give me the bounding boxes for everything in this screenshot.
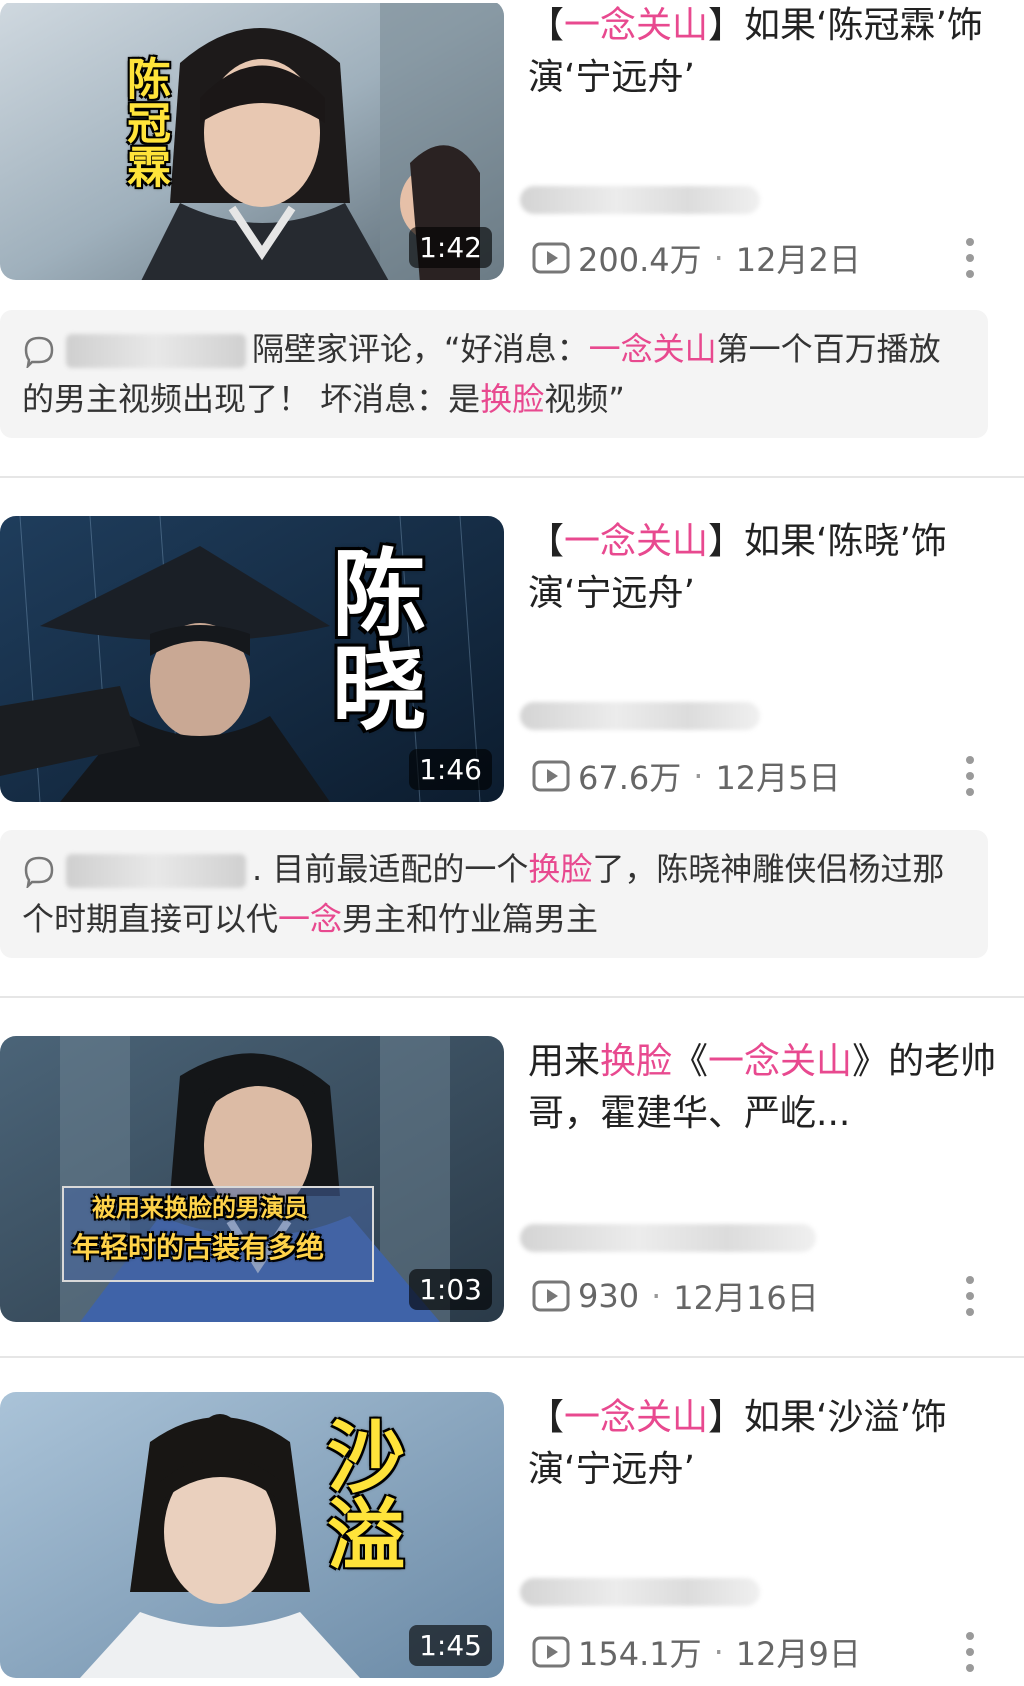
title-highlight: 一念关山: [564, 5, 709, 46]
thumbnail-caption: 被用来换脸的男演员: [92, 1194, 308, 1222]
upload-date: 12月2日: [735, 241, 861, 279]
title-highlight: 一念关山: [564, 1397, 709, 1438]
view-count: 200.4万: [578, 241, 702, 279]
video-meta: 200.4万 · 12月2日: [532, 238, 861, 279]
video-title-1[interactable]: 【一念关山】如果‘陈冠霖’饰演‘宁远舟’: [528, 0, 998, 104]
comment-highlight: 换脸: [480, 380, 545, 418]
comment-highlight: 一念: [278, 900, 343, 938]
title-highlight: 换脸: [600, 1041, 673, 1082]
comment-text: 隔壁家评论，“好消息：: [252, 330, 589, 368]
comment-highlight: 一念关山: [588, 330, 717, 368]
video-thumbnail-2[interactable]: 陈晓 1:46: [0, 516, 504, 802]
play-count-icon: [532, 1280, 570, 1312]
title-text: 【: [528, 1397, 565, 1438]
video-title-2[interactable]: 【一念关山】如果‘陈晓’饰演‘宁远舟’: [528, 516, 998, 620]
view-count: 67.6万: [578, 759, 682, 797]
video-meta: 154.1万 · 12月9日: [532, 1632, 861, 1673]
separator-dot: ·: [651, 1277, 662, 1315]
video-duration: 1:03: [409, 1269, 492, 1310]
thumbnail-caption: 陈晓: [316, 544, 425, 732]
comment-text: 男主和竹业篇男主: [342, 900, 599, 938]
video-thumbnail-3[interactable]: 被用来换脸的男演员 年轻时的古装有多绝 1:03: [0, 1036, 504, 1322]
comment-text: . 目前最适配的一个: [252, 850, 529, 888]
play-count-icon: [532, 1636, 570, 1668]
view-count: 154.1万: [578, 1635, 702, 1673]
author-name-blurred[interactable]: [520, 186, 760, 214]
author-name-blurred[interactable]: [520, 1578, 760, 1606]
more-options-icon[interactable]: [964, 238, 976, 278]
thumbnail-caption: 年轻时的古装有多绝: [72, 1231, 325, 1264]
title-text: 【: [528, 521, 565, 562]
separator-dot: ·: [693, 757, 704, 795]
play-count-icon: [532, 242, 570, 274]
view-count: 930: [578, 1277, 640, 1315]
top-comment-2[interactable]: . 目前最适配的一个换脸了，陈晓神雕侠侣杨过那个时期直接可以代一念男主和竹业篇男…: [0, 830, 988, 958]
comment-highlight: 换脸: [528, 850, 593, 888]
more-options-icon[interactable]: [964, 1276, 976, 1316]
video-thumbnail-1[interactable]: 陈冠霖 1:42: [0, 0, 504, 280]
upload-date: 12月5日: [715, 759, 841, 797]
commenter-name-blurred: [66, 334, 246, 368]
video-thumbnail-4[interactable]: 沙溢 1:45: [0, 1392, 504, 1678]
title-text: 《: [672, 1041, 709, 1082]
video-duration: 1:46: [409, 749, 492, 790]
top-comment-1[interactable]: 隔壁家评论，“好消息：一念关山第一个百万播放的男主视频出现了！ 坏消息：是换脸视…: [0, 310, 988, 438]
title-text: 用来: [528, 1041, 601, 1082]
video-duration: 1:42: [409, 227, 492, 268]
video-meta: 67.6万 · 12月5日: [532, 756, 841, 797]
comment-icon: [24, 336, 54, 368]
more-options-icon[interactable]: [964, 756, 976, 796]
video-title-4[interactable]: 【一念关山】如果‘沙溢’饰演‘宁远舟’: [528, 1392, 998, 1496]
author-name-blurred[interactable]: [520, 702, 760, 730]
video-duration: 1:45: [409, 1625, 492, 1666]
separator-dot: ·: [713, 239, 724, 277]
upload-date: 12月16日: [673, 1279, 819, 1317]
comment-text: 视频”: [544, 380, 625, 418]
separator-dot: ·: [713, 1633, 724, 1671]
play-count-icon: [532, 760, 570, 792]
title-text: 【: [528, 5, 565, 46]
video-meta: 930 · 12月16日: [532, 1276, 819, 1317]
thumbnail-caption: 沙溢: [314, 1416, 404, 1572]
divider: [0, 996, 1024, 998]
more-options-icon[interactable]: [964, 1632, 976, 1672]
comment-icon: [24, 856, 54, 888]
video-title-3[interactable]: 用来换脸《一念关山》的老帅哥，霍建华、严屹...: [528, 1036, 998, 1140]
title-highlight: 一念关山: [564, 521, 709, 562]
title-highlight: 一念关山: [708, 1041, 853, 1082]
thumbnail-caption: 陈冠霖: [119, 56, 170, 188]
divider: [0, 476, 1024, 478]
author-name-blurred[interactable]: [520, 1224, 816, 1252]
divider: [0, 1356, 1024, 1358]
upload-date: 12月9日: [735, 1635, 861, 1673]
commenter-name-blurred: [66, 854, 246, 888]
